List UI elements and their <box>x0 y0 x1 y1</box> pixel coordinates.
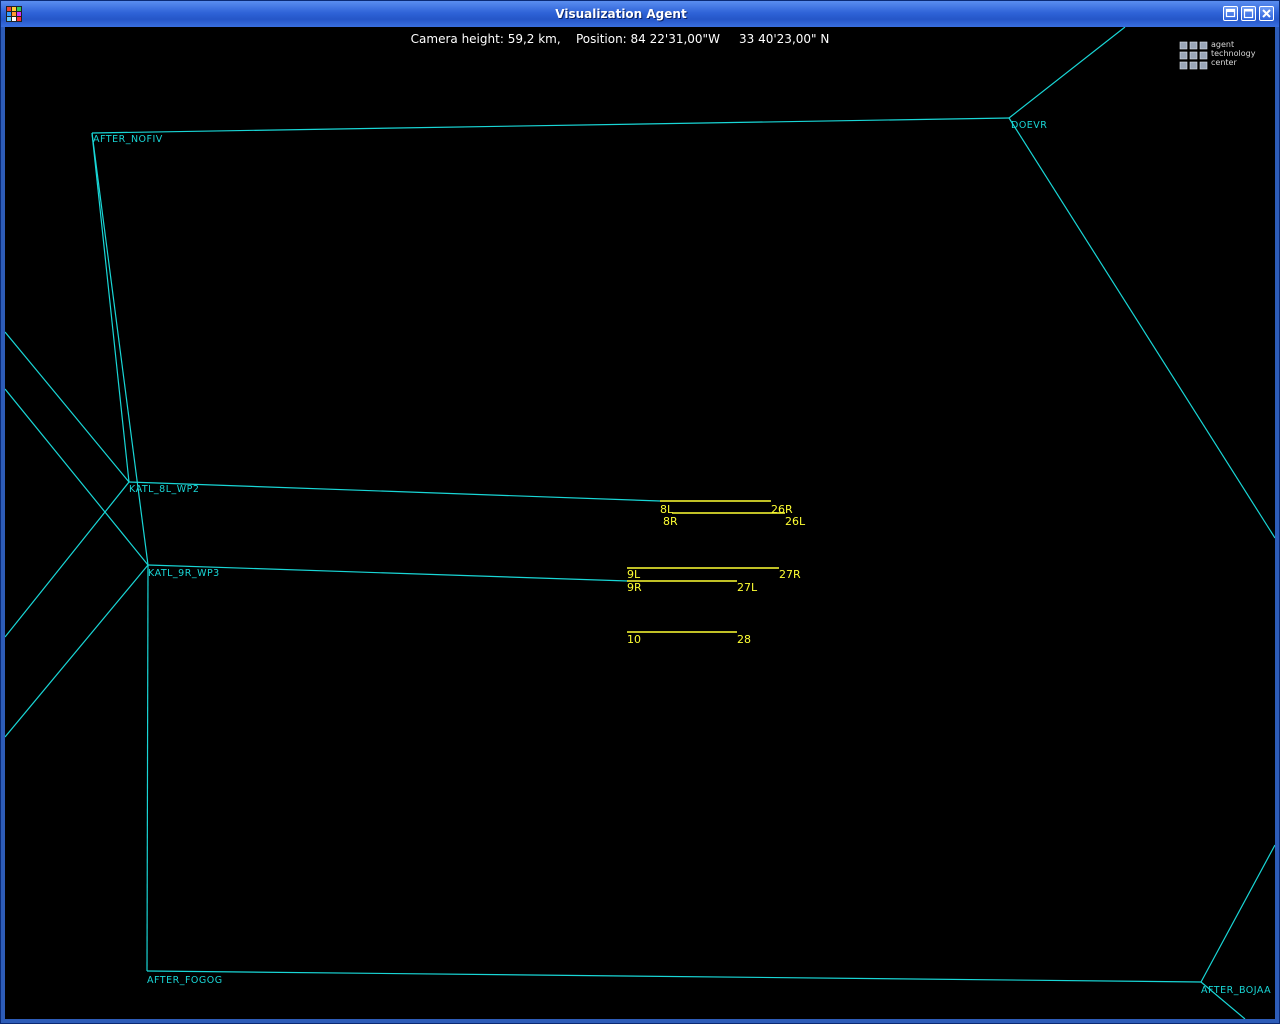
runway-label-8r: 8R <box>663 515 678 528</box>
map-canvas[interactable]: AFTER_NOFIV DOEVR KATL_8L_WP2 KATL_9R_WP… <box>5 27 1275 1019</box>
position-label: Position: <box>575 32 627 46</box>
minimize-icon <box>1225 8 1236 18</box>
waypoint-label-doevr: DOEVR <box>1011 120 1047 131</box>
waypoint-label-katl-8l-wp2: KATL_8L_WP2 <box>129 484 199 495</box>
runway-label-9l: 9L <box>627 568 641 581</box>
maximize-button[interactable] <box>1241 6 1256 21</box>
minimize-button[interactable] <box>1223 6 1238 21</box>
logo-line-technology: technology <box>1211 49 1256 58</box>
route-segment <box>146 970 1202 983</box>
route-segment <box>91 132 130 483</box>
route-segment <box>146 564 149 972</box>
runway-label-27l: 27L <box>737 581 758 594</box>
route-segment <box>1008 117 1275 539</box>
window-title: Visualization Agent <box>555 7 687 21</box>
route-segment <box>91 132 149 566</box>
runway-label-9r: 9R <box>627 581 642 594</box>
runway-label-26l: 26L <box>785 515 806 528</box>
waypoint-label-katl-9r-wp3: KATL_9R_WP3 <box>148 568 220 579</box>
logo-grid-icon <box>1179 41 1208 70</box>
route-segment <box>5 481 130 638</box>
longitude-value: 84 22'31,00"W <box>630 32 720 46</box>
camera-height-label: Camera height: <box>410 32 504 46</box>
runway-label-27r: 27R <box>779 568 801 581</box>
agent-technology-center-logo: agent technology center <box>1177 40 1257 74</box>
waypoint-label-after-fogog: AFTER_FOGOG <box>147 975 223 986</box>
route-segment <box>1200 844 1275 983</box>
waypoint-label-after-nofiv: AFTER_NOFIV <box>93 134 163 145</box>
route-segment <box>147 564 629 582</box>
runway-label-10: 10 <box>627 633 641 646</box>
route-segment <box>91 117 1010 134</box>
close-icon <box>1262 9 1271 18</box>
latitude-value: 33 40'23,00" N <box>739 32 830 46</box>
title-bar[interactable]: Visualization Agent <box>1 1 1279 27</box>
route-segment <box>5 388 149 566</box>
camera-info-bar: Camera height: 59,2 km, Position: 84 22'… <box>5 32 1235 46</box>
visualization-agent-window: Visualization Agent AFTER_NOFIV DOEVR KA… <box>0 0 1280 1024</box>
route-segment <box>5 331 130 483</box>
camera-height-value: 59,2 km, <box>507 32 561 46</box>
route-segment <box>128 481 661 502</box>
runway-label-28: 28 <box>737 633 751 646</box>
waypoint-label-after-bojaa: AFTER_BOJAA <box>1201 985 1271 996</box>
close-button[interactable] <box>1259 6 1274 21</box>
logo-line-center: center <box>1211 58 1237 67</box>
airspace-map[interactable]: AFTER_NOFIV DOEVR KATL_8L_WP2 KATL_9R_WP… <box>5 27 1275 1019</box>
maximize-icon <box>1243 8 1254 19</box>
logo-line-agent: agent <box>1211 40 1235 49</box>
route-segment <box>5 564 149 738</box>
